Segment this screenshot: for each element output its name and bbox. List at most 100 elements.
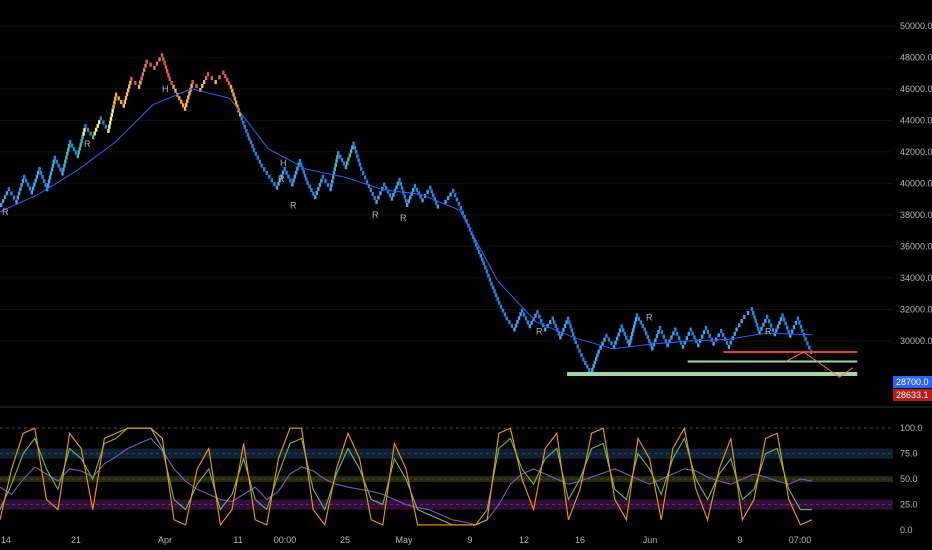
renko-brick [751, 310, 755, 315]
time-tick-label: 16 [575, 535, 585, 545]
renko-brick [514, 323, 518, 328]
renko-brick [305, 177, 308, 182]
renko-brick [96, 123, 99, 128]
renko-brick [184, 103, 188, 108]
renko-brick [20, 183, 23, 188]
renko-brick [487, 273, 490, 278]
renko-brick [348, 153, 351, 158]
renko-brick [26, 182, 30, 187]
renko-brick [249, 140, 253, 145]
price-tick-label: 30000.0 [900, 336, 932, 346]
renko-brick [708, 333, 711, 338]
renko-brick [353, 145, 357, 150]
renko-brick [733, 331, 736, 336]
renko-brick [254, 151, 258, 156]
renko-brick [246, 132, 250, 137]
renko-brick [31, 186, 35, 191]
time-axis[interactable]: 14 21 Apr 11 00:00 25 May 9 12 16 Jun 9 07:00 [1, 535, 811, 545]
renko-brick [618, 328, 622, 333]
renko-brick [360, 166, 363, 171]
time-tick-label: 9 [737, 535, 742, 545]
renko-brick [331, 179, 334, 184]
price-tick-label: 44000.0 [900, 115, 932, 125]
renko-brick [371, 191, 374, 196]
renko-brick [66, 151, 69, 156]
renko-brick [620, 324, 623, 329]
price-tick-label: 50000.0 [900, 21, 932, 31]
renko-brick [685, 336, 689, 341]
renko-brick [662, 334, 666, 339]
renko-brick [603, 337, 606, 342]
price-pane[interactable]: RRHRHRR RRRR [0, 0, 893, 406]
renko-brick [188, 91, 191, 96]
renko-brick [799, 324, 803, 329]
renko-brick [321, 174, 325, 179]
renko-brick [141, 72, 145, 77]
renko-brick [363, 175, 367, 180]
renko-brick [615, 336, 619, 341]
oscillator-pane[interactable] [0, 426, 893, 527]
renko-brick [144, 63, 147, 68]
renko-brick [760, 326, 763, 331]
renko-brick [753, 314, 756, 319]
renko-brick [398, 177, 401, 182]
price-tick-label: 48000.0 [900, 52, 932, 62]
renko-brick [19, 187, 22, 192]
renko-brick [99, 116, 102, 121]
oscillator-axis[interactable]: 100.0 75.0 50.0 25.0 0.0 [900, 423, 923, 535]
renko-brick [528, 324, 531, 329]
renko-brick [7, 187, 11, 192]
renko-brick [315, 191, 319, 196]
oscillator-tick-label: 25.0 [900, 500, 918, 510]
pattern-marker: R [372, 210, 379, 220]
renko-brick [808, 345, 811, 350]
renko-brick [292, 178, 295, 183]
renko-brick [329, 187, 332, 192]
renko-brick [796, 316, 800, 321]
renko-brick [530, 320, 533, 325]
renko-brick [782, 317, 786, 322]
renko-brick [224, 74, 227, 79]
price-axis[interactable]: 50000.0 48000.0 46000.0 44000.0 42000.0 40000… [900, 21, 932, 346]
renko-brick [303, 173, 307, 178]
renko-brick [553, 320, 556, 325]
renko-brick [403, 194, 406, 199]
renko-brick [145, 59, 148, 64]
renko-brick [491, 285, 495, 290]
trading-chart[interactable]: RRHRHRR RRRR 50000.048000.046000.044000.0… [0, 0, 932, 550]
renko-brick [51, 163, 55, 168]
renko-brick [570, 328, 574, 333]
renko-brick [587, 368, 591, 373]
renko-brick [771, 327, 775, 332]
renko-brick [631, 332, 634, 337]
oscillator-tick-label: 100.0 [900, 423, 923, 433]
renko-brick [78, 146, 81, 151]
renko-brick [308, 184, 311, 189]
renko-brick [676, 331, 679, 336]
renko-brick [704, 325, 708, 330]
renko-brick [451, 188, 455, 193]
renko-brick [566, 316, 570, 321]
renko-brick [34, 178, 37, 183]
renko-brick [559, 335, 562, 340]
renko-brick [757, 326, 760, 331]
renko-brick [551, 316, 554, 321]
renko-brick [369, 188, 373, 193]
renko-brick [476, 246, 479, 251]
renko-brick [767, 319, 771, 324]
renko-brick [181, 103, 185, 108]
renko-brick [351, 145, 354, 150]
renko-brick [190, 83, 193, 88]
renko-brick [737, 323, 741, 328]
renko-brick [53, 155, 57, 160]
renko-brick [625, 335, 628, 340]
renko-brick [61, 171, 64, 176]
renko-brick [499, 304, 503, 309]
renko-brick [76, 154, 80, 159]
renko-brick [108, 120, 112, 125]
renko-brick [335, 159, 338, 164]
renko-brick [317, 186, 320, 191]
renko-brick [162, 57, 165, 62]
renko-brick [120, 100, 123, 105]
renko-brick [263, 167, 266, 172]
